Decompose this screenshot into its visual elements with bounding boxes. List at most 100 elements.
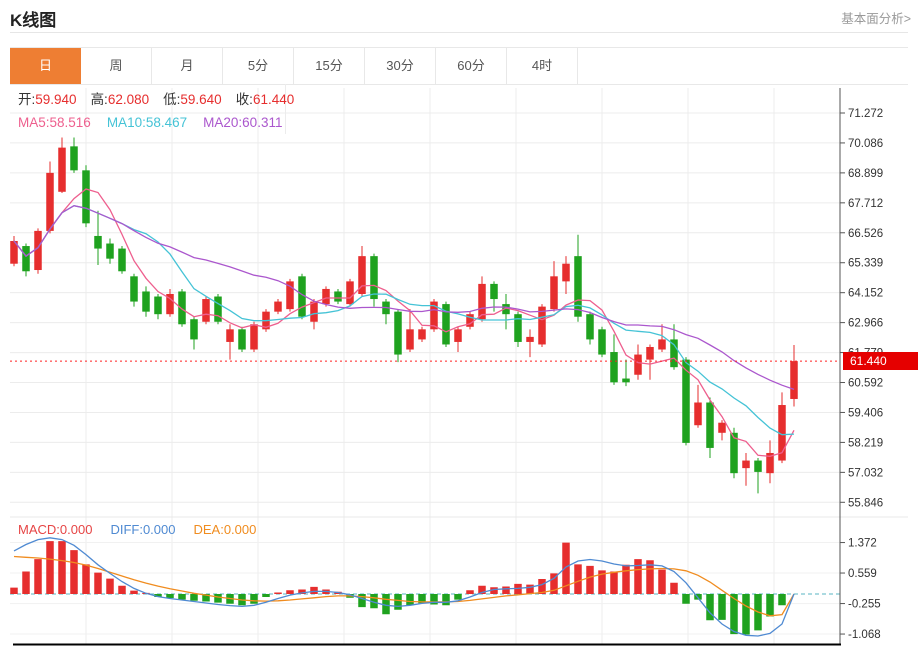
macd-bar-down: [406, 594, 414, 605]
candle-down: [586, 314, 594, 339]
macd-bar-up: [634, 559, 642, 594]
kline-module: K线图 基本面分析> 日周月5分15分30分60分4时 开:59.940高:62…: [0, 0, 918, 651]
candle-up: [742, 461, 750, 469]
y-axis-label: 59.406: [848, 407, 883, 419]
y-axis-label: 70.086: [848, 138, 883, 150]
candle-up: [34, 231, 42, 270]
macd-bar-down: [706, 594, 714, 620]
ma20-value: MA20:60.311: [203, 115, 282, 130]
y-axis-label: 55.846: [848, 497, 883, 509]
ma10-line: [14, 206, 794, 435]
y-axis-label: 0.559: [848, 568, 877, 580]
candle-up: [46, 173, 54, 231]
candle-down: [574, 256, 582, 317]
candle-up: [538, 307, 546, 345]
candle-up: [418, 329, 426, 339]
macd-bar-down: [682, 594, 690, 604]
macd-value: MACD:0.000: [18, 522, 92, 537]
y-axis-label: 58.219: [848, 437, 883, 449]
candle-down: [598, 329, 606, 354]
candle-down: [394, 312, 402, 355]
ohlc-close: 收:61.440: [236, 92, 295, 107]
y-axis-label: -0.255: [848, 599, 881, 611]
y-axis-label: 1.372: [848, 538, 877, 550]
macd-bar-up: [82, 564, 90, 594]
candle-down: [334, 291, 342, 301]
ohlc-high: 高:62.080: [91, 92, 150, 107]
macd-bar-up: [94, 573, 102, 594]
ma10-value: MA10:58.467: [107, 115, 187, 130]
macd-bar-up: [286, 590, 294, 594]
candle-down: [670, 339, 678, 367]
candle-down: [106, 244, 114, 259]
macd-bar-up: [574, 564, 582, 594]
candle-down: [154, 297, 162, 315]
candle-down: [70, 146, 78, 170]
candle-down: [142, 291, 150, 311]
y-axis-label: 57.032: [848, 467, 883, 479]
candle-up: [790, 361, 798, 399]
macd-bar-up: [658, 570, 666, 594]
y-axis-label: 65.339: [848, 258, 883, 270]
candle-up: [202, 299, 210, 322]
y-axis-label: 64.152: [848, 288, 883, 300]
ma-row: MA5:58.516MA10:58.467MA20:60.311: [18, 112, 298, 134]
candle-up: [658, 339, 666, 349]
macd-bar-down: [454, 594, 462, 600]
macd-bar-up: [526, 585, 534, 594]
macd-bar-up: [106, 579, 114, 594]
macd-bar-up: [622, 565, 630, 594]
candle-up: [310, 302, 318, 322]
candle-up: [694, 403, 702, 426]
candle-down: [130, 276, 138, 301]
y-axis-label: 60.592: [848, 378, 883, 390]
candle-down: [622, 379, 630, 383]
candle-down: [22, 246, 30, 271]
ohlc-open: 开:59.940: [18, 92, 77, 107]
ohlc-row: 开:59.940高:62.080低:59.640收:61.440: [18, 89, 308, 111]
candle-down: [190, 319, 198, 339]
candle-up: [226, 329, 234, 342]
macd-bar-up: [58, 541, 66, 594]
main-chart[interactable]: 71.27270.08668.89967.71266.52665.33964.1…: [10, 88, 883, 644]
candle-up: [646, 347, 654, 360]
macd-bar-up: [586, 566, 594, 594]
candle-up: [550, 276, 558, 309]
candle-down: [118, 249, 126, 272]
y-axis-label: 67.712: [848, 198, 883, 210]
candle-down: [82, 170, 90, 223]
macd-bar-down: [190, 594, 198, 601]
diff-value: DIFF:0.000: [110, 522, 175, 537]
candle-down: [370, 256, 378, 299]
macd-bar-up: [502, 587, 510, 595]
candle-down: [490, 284, 498, 299]
candle-up: [58, 148, 66, 192]
macd-bar-down: [442, 594, 450, 605]
macd-bar-down: [778, 594, 786, 605]
macd-bar-down: [766, 594, 774, 617]
candle-up: [718, 423, 726, 433]
candle-down: [178, 291, 186, 324]
macd-bar-down: [214, 594, 222, 603]
macd-bar-down: [178, 594, 186, 600]
macd-bar-up: [46, 541, 54, 594]
macd-legend: MACD:0.000DIFF:0.000DEA:0.000: [18, 520, 274, 540]
macd-bar-down: [742, 594, 750, 635]
macd-bar-down: [718, 594, 726, 620]
macd-bar-down: [262, 594, 270, 597]
candle-up: [478, 284, 486, 319]
candle-up: [274, 302, 282, 312]
candle-down: [610, 352, 618, 382]
candle-up: [526, 337, 534, 342]
candle-up: [562, 264, 570, 282]
macd-bar-up: [70, 550, 78, 594]
y-axis-label: -1.068: [848, 629, 881, 641]
candle-up: [250, 324, 258, 349]
macd-bar-up: [310, 587, 318, 594]
macd-bar-up: [670, 583, 678, 594]
y-axis-label: 62.966: [848, 318, 883, 330]
macd-bar-up: [34, 559, 42, 594]
candle-down: [706, 403, 714, 448]
candle-down: [94, 236, 102, 249]
candle-up: [322, 289, 330, 304]
